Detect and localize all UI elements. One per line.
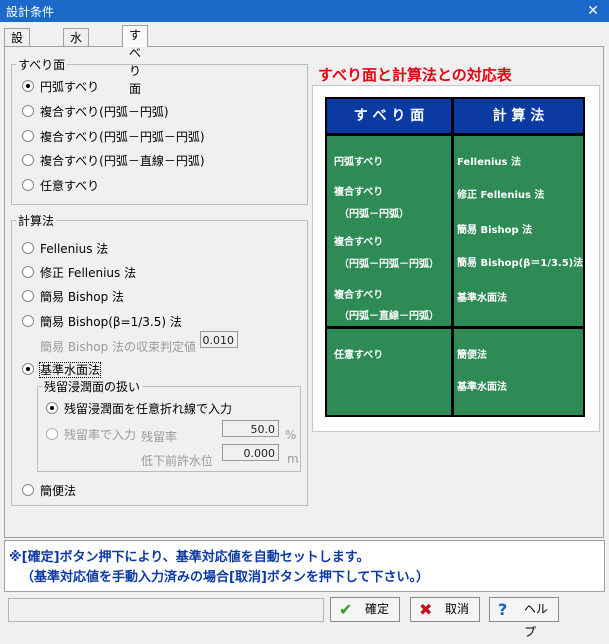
cell-upper-left: 円弧すべり 複合すべり （円弧－円弧） 複合すべり （円弧－円弧－円弧） 複合す… <box>327 136 451 326</box>
radio-compound-arc-arc-arc[interactable]: 複合すべり(円弧－円弧－円弧) <box>22 128 205 146</box>
message-line-1: ※[確定]ボタン押下により、基準対応値を自動セットします。 <box>9 550 370 565</box>
radio-compound-arc-line-arc[interactable]: 複合すべり(円弧－直線－円弧) <box>22 152 205 170</box>
radio-dot <box>22 290 34 302</box>
cell-text: 簡便法 <box>457 350 487 361</box>
check-icon: ✔ <box>339 600 353 619</box>
cell-text: （円弧－円弧－円弧） <box>339 259 439 270</box>
residual-rate-unit: % <box>285 428 297 442</box>
tab-design-standard[interactable]: 設計基準 <box>4 28 31 99</box>
radio-arbitrary-slip[interactable]: 任意すべり <box>22 177 99 195</box>
pre-drawdown-level-unit: m <box>287 452 299 466</box>
help-button[interactable]: ? ヘルプ <box>489 597 559 639</box>
ok-button[interactable]: ✔ 確定 <box>330 597 400 622</box>
radio-residual-polyline[interactable]: 残留浸潤面を任意折れ線で入力 <box>46 400 232 418</box>
radio-circular-slip[interactable]: 円弧すべり <box>22 78 99 96</box>
convergence-input[interactable]: 0.010 <box>200 331 238 348</box>
correspondence-table: す べ り 面 計 算 法 円弧すべり 複合すべり （円弧－円弧） 複合すべり … <box>325 97 585 417</box>
cell-lower-left: 任意すべり <box>327 329 451 415</box>
radio-dot <box>22 130 34 142</box>
calc-method-legend: 計算法 <box>18 214 55 228</box>
radio-fellenius[interactable]: Fellenius 法 <box>22 240 108 258</box>
radio-dot <box>22 242 34 254</box>
table-title: すべり面と計算法との対応表 <box>318 66 512 84</box>
cell-text: 円弧すべり <box>334 157 384 168</box>
residual-seepage-legend: 残留浸潤面の扱い <box>44 380 141 394</box>
cell-text: （円弧－円弧） <box>339 209 409 220</box>
cell-text: 簡易 Bishop(β＝1/3.5)法 <box>457 258 584 269</box>
radio-dot <box>22 484 34 496</box>
radio-simplified-method[interactable]: 簡便法 <box>22 482 76 500</box>
residual-rate-input[interactable]: 50.0 <box>222 420 279 437</box>
header-calc-method: 計 算 法 <box>454 99 583 133</box>
header-slip-surface: す べ り 面 <box>327 99 451 133</box>
cancel-button-label: 取消 <box>445 602 470 616</box>
pre-drawdown-level-label: 低下前許水位 <box>141 454 214 468</box>
message-area: ※[確定]ボタン押下により、基準対応値を自動セットします。 （基準対応値を手動入… <box>4 540 605 592</box>
cell-text: 任意すべり <box>334 350 384 361</box>
correspondence-table-panel: す べ り 面 計 算 法 円弧すべり 複合すべり （円弧－円弧） 複合すべり … <box>312 85 600 432</box>
radio-dot <box>22 315 34 327</box>
tab-water-state[interactable]: 水の状態 <box>63 28 90 99</box>
tab-slip-surface[interactable]: すべり面 <box>122 25 148 96</box>
radio-compound-arc-arc[interactable]: 複合すべり(円弧－円弧) <box>22 103 169 121</box>
radio-dot <box>46 402 58 414</box>
radio-residual-rate[interactable]: 残留率で入力 <box>46 426 136 444</box>
residual-rate-label: 残留率 <box>141 430 178 444</box>
cell-text: 簡易 Bishop 法 <box>457 225 533 236</box>
radio-dot <box>22 80 34 92</box>
cell-text: 複合すべり <box>334 187 384 198</box>
cell-text: 修正 Fellenius 法 <box>457 190 545 201</box>
radio-dot <box>22 179 34 191</box>
cell-text: 複合すべり <box>334 237 384 248</box>
cell-text: 基準水面法 <box>457 382 507 393</box>
cancel-button[interactable]: ✖ 取消 <box>410 597 480 622</box>
close-icon[interactable]: ✕ <box>583 2 603 20</box>
radio-modified-fellenius[interactable]: 修正 Fellenius 法 <box>22 264 136 282</box>
radio-dot <box>22 266 34 278</box>
title-bar: 設計条件 ✕ <box>0 0 609 22</box>
bottom-status-field <box>8 598 324 622</box>
message-line-2: （基準対応値を手動入力済みの場合[取消]ボタンを押下して下さい。） <box>21 570 429 585</box>
cell-lower-right: 簡便法 基準水面法 <box>454 329 583 415</box>
cell-text: Fellenius 法 <box>457 157 521 168</box>
cell-text: 複合すべり <box>334 290 384 301</box>
radio-dot <box>46 428 58 440</box>
radio-dot <box>22 105 34 117</box>
radio-reference-water-level[interactable]: 基準水面法 <box>22 361 102 379</box>
cell-text: 基準水面法 <box>457 293 507 304</box>
radio-dot <box>22 154 34 166</box>
help-button-label: ヘルプ <box>524 602 549 639</box>
radio-simplified-bishop[interactable]: 簡易 Bishop 法 <box>22 288 124 306</box>
cross-icon: ✖ <box>419 600 433 619</box>
radio-dot <box>22 363 34 375</box>
cell-text: （円弧－直線－円弧） <box>339 311 439 322</box>
slip-surface-legend: すべり面 <box>18 58 66 72</box>
pre-drawdown-level-input[interactable]: 0.000 <box>222 444 279 461</box>
convergence-label: 簡易 Bishop 法の収束判定値 <box>40 340 197 354</box>
ok-button-label: 確定 <box>365 602 390 616</box>
radio-simplified-bishop-beta[interactable]: 簡易 Bishop(β=1/3.5) 法 <box>22 313 182 331</box>
help-question-icon: ? <box>498 600 508 619</box>
cell-upper-right: Fellenius 法 修正 Fellenius 法 簡易 Bishop 法 簡… <box>454 136 583 326</box>
window-title: 設計条件 <box>6 5 55 19</box>
